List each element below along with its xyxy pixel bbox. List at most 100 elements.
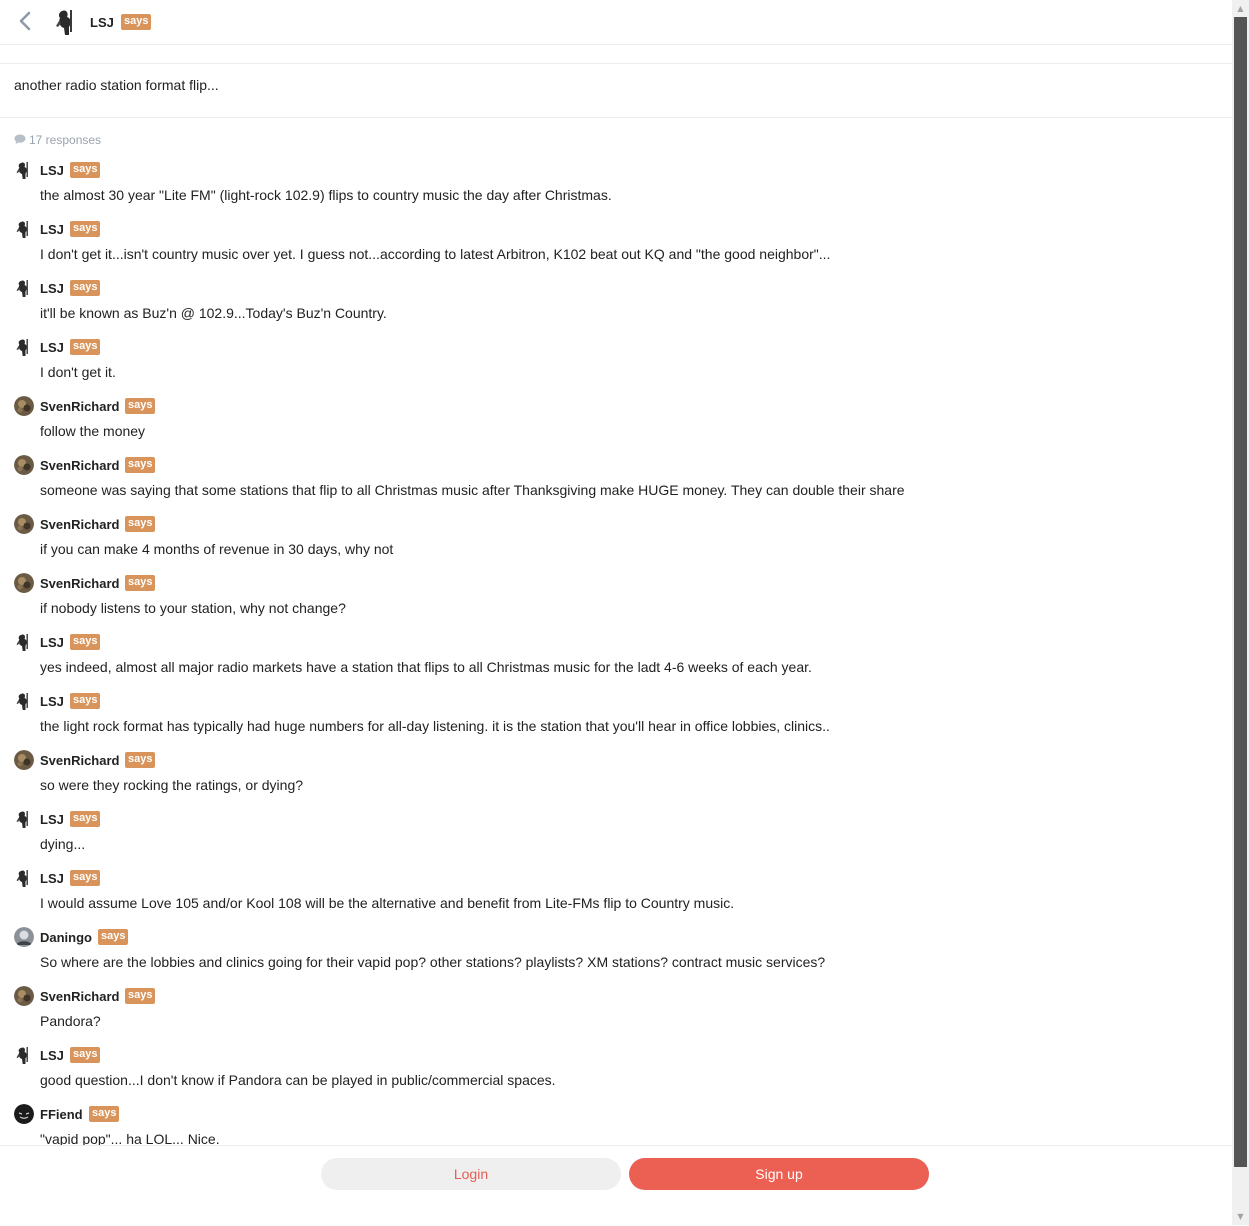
header-author-name[interactable]: LSJ <box>90 15 114 30</box>
commenter-name[interactable]: LSJ <box>40 635 64 650</box>
comment-item: SvenRichard says if nobody listens to your… <box>0 572 1232 631</box>
comment-text: if nobody listens to your station, why n… <box>40 600 346 616</box>
says-badge: says <box>125 398 156 414</box>
scroll-thumb[interactable] <box>1234 17 1247 1167</box>
scroll-up-arrow-icon[interactable]: ▲ <box>1232 0 1249 17</box>
commenter-name[interactable]: SvenRichard <box>40 753 119 768</box>
commenter-name[interactable]: LSJ <box>40 163 64 178</box>
footer-bar: Login Sign up <box>0 1145 1232 1226</box>
commenter-avatar[interactable] <box>14 219 34 239</box>
comment-item: LSJ says yes indeed, almost all major radi… <box>0 631 1232 690</box>
comment-item: LSJ says the light rock format has typical… <box>0 690 1232 749</box>
commenter-name[interactable]: FFiend <box>40 1107 83 1122</box>
says-badge: says <box>125 457 156 473</box>
header-bar: LSJ says <box>0 0 1232 45</box>
commenter-avatar[interactable] <box>14 514 34 534</box>
says-badge: says <box>89 1106 120 1122</box>
login-button[interactable]: Login <box>321 1158 621 1190</box>
responses-label: 17 responses <box>29 133 102 147</box>
commenter-name[interactable]: LSJ <box>40 281 64 296</box>
comment-text: someone was saying that some stations th… <box>40 482 905 498</box>
says-badge: says <box>125 752 156 768</box>
commenter-avatar[interactable] <box>14 632 34 652</box>
says-badge: says <box>125 575 156 591</box>
divider <box>0 117 1232 118</box>
comment-text: I don't get it. <box>40 364 116 380</box>
commenter-avatar[interactable] <box>14 1045 34 1065</box>
comment-text: I would assume Love 105 and/or Kool 108 … <box>40 895 735 911</box>
commenter-avatar[interactable] <box>14 986 34 1006</box>
comment-item: SvenRichard says follow the money <box>0 395 1232 454</box>
comment-text: the light rock format has typically had … <box>40 718 830 734</box>
commenter-name[interactable]: Daningo <box>40 930 92 945</box>
scrollbar[interactable]: ▲ ▼ <box>1232 0 1249 1225</box>
commenter-name[interactable]: LSJ <box>40 871 64 886</box>
says-badge: says <box>125 516 156 532</box>
scroll-down-arrow-icon[interactable]: ▼ <box>1232 1208 1249 1225</box>
commenter-name[interactable]: SvenRichard <box>40 576 119 591</box>
comment-item: Daningo says So where are the lobbies and … <box>0 926 1232 985</box>
comment-item: LSJ says I don't get it. <box>0 336 1232 395</box>
commenter-avatar[interactable] <box>14 868 34 888</box>
comment-item: LSJ says the almost 30 year "Lite FM" (lig… <box>0 159 1232 218</box>
commenter-name[interactable]: LSJ <box>40 1048 64 1063</box>
commenter-avatar[interactable] <box>14 573 34 593</box>
comment-item: SvenRichard says Pandora? <box>0 985 1232 1044</box>
commenter-avatar[interactable] <box>14 396 34 416</box>
comment-item: LSJ says good question...I don't know if P… <box>0 1044 1232 1103</box>
comment-text: I don't get it...isn't country music ove… <box>40 246 831 262</box>
comment-item: SvenRichard says if you can make 4 months … <box>0 513 1232 572</box>
commenter-name[interactable]: LSJ <box>40 694 64 709</box>
says-badge: says <box>70 1047 101 1063</box>
says-badge: says <box>70 162 101 178</box>
says-badge: says <box>70 634 101 650</box>
comment-text: so were they rocking the ratings, or dyi… <box>40 777 304 793</box>
comment-item: LSJ says I would assume Love 105 and/or Ko… <box>0 867 1232 926</box>
comment-text: if you can make 4 months of revenue in 3… <box>40 541 394 557</box>
speech-bubble-icon <box>14 134 26 148</box>
comment-list: LSJ says the almost 30 year "Lite FM" (lig… <box>0 159 1232 1162</box>
comment-text: it'll be known as Buz'n @ 102.9...Today'… <box>40 305 387 321</box>
comment-text: yes indeed, almost all major radio marke… <box>40 659 812 675</box>
signup-button[interactable]: Sign up <box>629 1158 929 1190</box>
comment-text: good question...I don't know if Pandora … <box>40 1072 556 1088</box>
commenter-name[interactable]: SvenRichard <box>40 989 119 1004</box>
commenter-name[interactable]: SvenRichard <box>40 458 119 473</box>
commenter-avatar[interactable] <box>14 691 34 711</box>
commenter-avatar[interactable] <box>14 809 34 829</box>
commenter-avatar[interactable] <box>14 927 34 947</box>
back-button[interactable] <box>16 10 36 32</box>
comment-text: dying... <box>40 836 86 852</box>
page: LSJ says another radio station format fl… <box>0 0 1232 1226</box>
says-badge: says <box>70 339 101 355</box>
comment-item: LSJ says dying... <box>0 808 1232 867</box>
author-avatar[interactable] <box>52 7 82 37</box>
responses-count: 17 responses <box>14 133 101 148</box>
says-badge: says <box>98 929 129 945</box>
says-badge: says <box>70 280 101 296</box>
commenter-name[interactable]: LSJ <box>40 340 64 355</box>
commenter-avatar[interactable] <box>14 1104 34 1124</box>
commenter-avatar[interactable] <box>14 337 34 357</box>
says-badge: says <box>125 988 156 1004</box>
comment-text: So where are the lobbies and clinics goi… <box>40 954 826 970</box>
says-badge: says <box>70 221 101 237</box>
commenter-name[interactable]: SvenRichard <box>40 517 119 532</box>
commenter-avatar[interactable] <box>14 160 34 180</box>
comment-text: follow the money <box>40 423 146 439</box>
commenter-name[interactable]: LSJ <box>40 222 64 237</box>
commenter-name[interactable]: LSJ <box>40 812 64 827</box>
comment-item: SvenRichard says so were they rocking the … <box>0 749 1232 808</box>
says-badge: says <box>70 870 101 886</box>
says-badge: says <box>70 693 101 709</box>
says-badge: says <box>121 14 152 30</box>
commenter-avatar[interactable] <box>14 455 34 475</box>
commenter-avatar[interactable] <box>14 278 34 298</box>
chevron-left-icon <box>19 11 31 31</box>
commenter-avatar[interactable] <box>14 750 34 770</box>
post-title: another radio station format flip... <box>14 77 219 93</box>
comment-item: LSJ says I don't get it...isn't country mu… <box>0 218 1232 277</box>
comment-text: Pandora? <box>40 1013 101 1029</box>
says-badge: says <box>70 811 101 827</box>
commenter-name[interactable]: SvenRichard <box>40 399 119 414</box>
